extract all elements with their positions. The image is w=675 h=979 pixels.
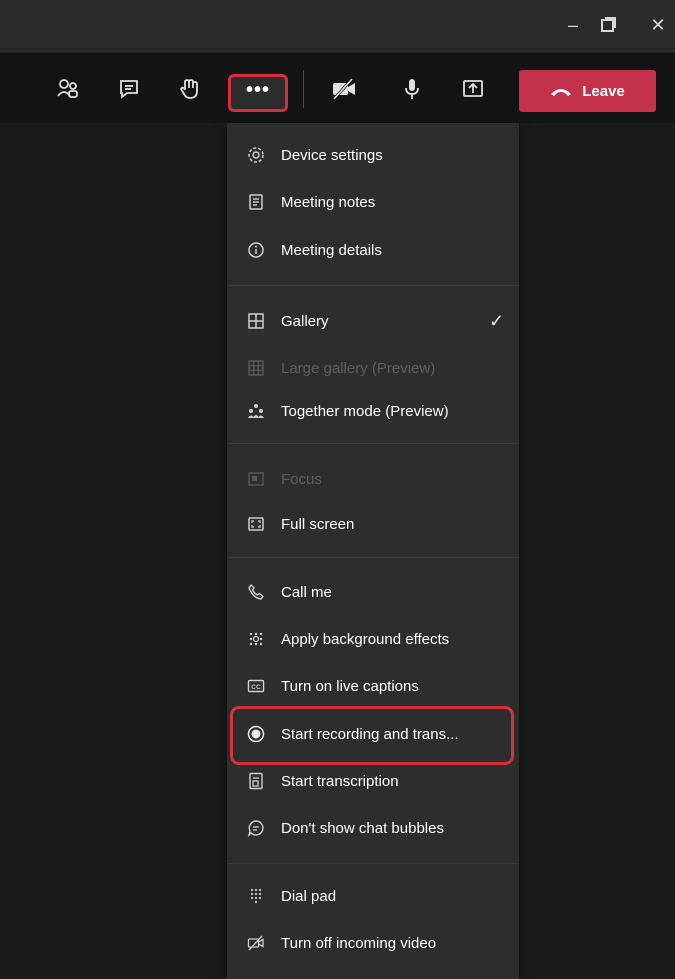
menu-item-dial-pad[interactable]: Dial pad xyxy=(227,876,519,916)
menu-item-label: Turn on live captions xyxy=(281,677,419,695)
focus-icon xyxy=(246,469,266,489)
gallery-icon xyxy=(246,311,266,331)
captions-icon: CC xyxy=(246,676,266,696)
together-mode-icon xyxy=(246,401,266,421)
minimize-icon[interactable]: – xyxy=(560,12,586,38)
menu-item-device-settings[interactable]: Device settings xyxy=(227,135,519,175)
hang-up-icon xyxy=(551,89,572,96)
check-icon: ✓ xyxy=(489,310,505,331)
menu-item-label: Start recording and trans... xyxy=(281,725,459,743)
menu-item-turn-off-incoming-video[interactable]: Turn off incoming video xyxy=(227,923,519,963)
menu-item-label: Device settings xyxy=(281,146,383,164)
menu-item-label: Meeting details xyxy=(281,241,382,259)
video-off-icon xyxy=(246,933,266,953)
microphone-icon[interactable] xyxy=(396,73,428,105)
background-effects-icon xyxy=(246,629,266,649)
menu-item-start-recording[interactable]: Start recording and trans... xyxy=(227,714,519,754)
dialpad-icon xyxy=(246,886,266,906)
menu-item-label: Meeting notes xyxy=(281,193,376,211)
title-bar: – ✕ xyxy=(0,0,675,53)
camera-off-icon[interactable] xyxy=(328,73,360,105)
menu-item-label: Dial pad xyxy=(281,887,337,905)
menu-item-call-me[interactable]: Call me xyxy=(227,572,519,612)
menu-item-label: Turn off incoming video xyxy=(281,934,437,952)
more-dots-icon: ••• xyxy=(245,78,270,101)
more-actions-menu: Device settings Meeting notes Meeting de… xyxy=(227,123,519,979)
leave-label: Leave xyxy=(582,82,625,100)
maximize-icon[interactable] xyxy=(595,12,621,38)
chat-icon[interactable] xyxy=(113,73,145,105)
chat-bubble-icon xyxy=(246,818,266,838)
svg-text:CC: CC xyxy=(251,684,261,691)
menu-separator xyxy=(227,863,519,864)
info-icon xyxy=(246,240,266,260)
raise-hand-icon[interactable] xyxy=(174,73,206,105)
fullscreen-icon xyxy=(246,514,266,534)
menu-item-meeting-notes[interactable]: Meeting notes xyxy=(227,182,519,222)
menu-item-label: Together mode (Preview) xyxy=(281,402,449,420)
menu-item-meeting-details[interactable]: Meeting details xyxy=(227,230,519,270)
leave-button[interactable]: Leave xyxy=(519,70,656,112)
menu-item-label: Don't show chat bubbles xyxy=(281,819,444,837)
menu-item-start-transcription[interactable]: Start transcription xyxy=(227,761,519,801)
menu-item-label: Focus xyxy=(281,470,322,488)
menu-item-label: Call me xyxy=(281,583,332,601)
menu-separator xyxy=(227,443,519,444)
toolbar-divider xyxy=(303,70,304,108)
menu-item-gallery[interactable]: Gallery ✓ xyxy=(227,301,519,341)
menu-item-large-gallery: Large gallery (Preview) xyxy=(227,348,519,388)
more-actions-button[interactable]: ••• xyxy=(228,74,288,112)
gear-icon xyxy=(246,145,266,165)
menu-item-label: Apply background effects xyxy=(281,630,450,648)
participants-icon[interactable] xyxy=(52,73,84,105)
menu-separator xyxy=(227,557,519,558)
menu-item-together-mode[interactable]: Together mode (Preview) xyxy=(227,391,519,431)
menu-item-label: Full screen xyxy=(281,515,355,533)
menu-separator xyxy=(227,285,519,286)
menu-item-full-screen[interactable]: Full screen xyxy=(227,504,519,544)
record-icon xyxy=(246,724,266,744)
menu-item-label: Start transcription xyxy=(281,772,399,790)
large-gallery-icon xyxy=(246,358,266,378)
menu-item-background-effects[interactable]: Apply background effects xyxy=(227,619,519,659)
transcription-icon xyxy=(246,771,266,791)
close-icon[interactable]: ✕ xyxy=(645,12,671,38)
share-screen-icon[interactable] xyxy=(457,73,489,105)
menu-item-focus: Focus xyxy=(227,459,519,499)
menu-item-live-captions[interactable]: CC Turn on live captions xyxy=(227,666,519,706)
menu-item-chat-bubbles[interactable]: Don't show chat bubbles xyxy=(227,808,519,848)
phone-icon xyxy=(246,582,266,602)
menu-item-label: Large gallery (Preview) xyxy=(281,359,436,377)
notes-icon xyxy=(246,192,266,212)
menu-item-label: Gallery xyxy=(281,312,329,330)
